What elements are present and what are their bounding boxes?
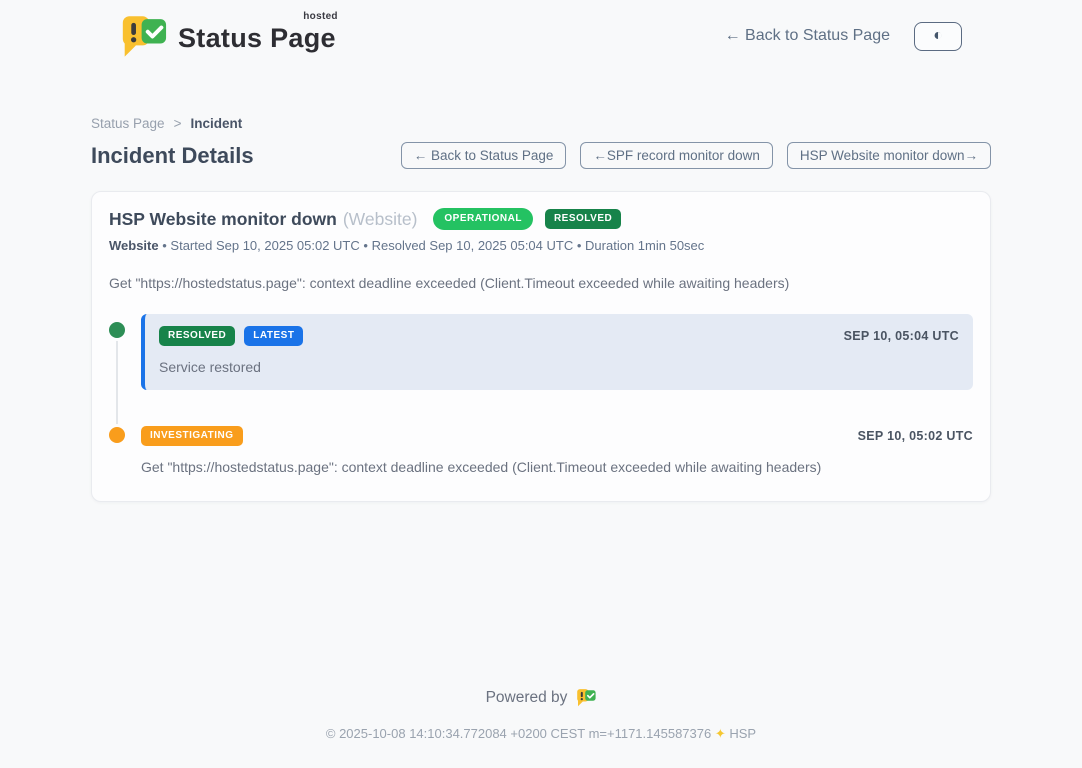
header: Status Page hosted ← Back to Status Page…	[120, 0, 962, 58]
powered-by-label: Powered by	[486, 689, 568, 707]
breadcrumb-current: Incident	[190, 116, 242, 131]
timeline-latest-box: RESOLVED LATEST SEP 10, 05:04 UTC Servic…	[141, 314, 973, 390]
incident-card: HSP Website monitor down (Website) OPERA…	[91, 191, 991, 502]
breadcrumb-separator: >	[174, 116, 182, 131]
next-incident-button[interactable]: HSP Website monitor down→	[787, 142, 991, 169]
footer-brand: HSP	[729, 726, 756, 741]
timeline-message: Get "https://hostedstatus.page": context…	[141, 459, 973, 475]
half-circle-icon: ◐	[933, 28, 943, 44]
back-to-status-page-button[interactable]: ← Back to Status Page	[401, 142, 567, 169]
timeline-timestamp: SEP 10, 05:02 UTC	[858, 429, 973, 443]
sparkles-icon: ✦	[715, 726, 726, 741]
meta-duration: Duration 1min 50sec	[585, 238, 704, 253]
powered-by[interactable]: Powered by	[486, 688, 597, 707]
incident-description: Get "https://hostedstatus.page": context…	[109, 275, 973, 291]
footer-logo-icon	[576, 688, 596, 707]
theme-toggle-button[interactable]: ◐	[914, 22, 962, 51]
logo-title: Status Page hosted	[178, 14, 336, 54]
page-title: Incident Details	[91, 143, 254, 169]
timeline-item-investigating: INVESTIGATING SEP 10, 05:02 UTC Get "htt…	[109, 426, 973, 475]
logo-bubble-icon	[120, 14, 167, 58]
header-actions: ← Back to Status Page ◐	[725, 22, 962, 51]
resolved-status-badge: RESOLVED	[159, 326, 235, 346]
prev-incident-button[interactable]: ←SPF record monitor down	[580, 142, 773, 169]
timeline-dot-orange	[109, 427, 125, 443]
meta-separator: •	[577, 238, 582, 253]
logo-superscript: hosted	[303, 11, 338, 22]
resolved-badge: RESOLVED	[545, 209, 621, 229]
meta-separator: •	[162, 238, 167, 253]
incident-component: (Website)	[343, 209, 418, 230]
breadcrumb-root[interactable]: Status Page	[91, 116, 165, 131]
incident-timeline: RESOLVED LATEST SEP 10, 05:04 UTC Servic…	[109, 314, 973, 475]
incident-title: HSP Website monitor down	[109, 209, 337, 230]
meta-resolved: Resolved Sep 10, 2025 05:04 UTC	[372, 238, 574, 253]
meta-component: Website	[109, 238, 159, 253]
main-content: Status Page > Incident Incident Details …	[91, 116, 991, 502]
header-back-link[interactable]: ← Back to Status Page	[725, 27, 890, 45]
timeline-message: Service restored	[159, 359, 959, 375]
meta-started: Started Sep 10, 2025 05:02 UTC	[170, 238, 359, 253]
status-page-logo[interactable]: Status Page hosted	[120, 14, 336, 58]
incident-nav-buttons: ← Back to Status Page ←SPF record monito…	[401, 142, 991, 169]
incident-meta: Website • Started Sep 10, 2025 05:02 UTC…	[109, 238, 973, 253]
copyright-text: © 2025-10-08 14:10:34.772084 +0200 CEST …	[326, 726, 711, 741]
investigating-status-badge: INVESTIGATING	[141, 426, 243, 446]
footer: Powered by © 2025-10-08 14:10:34.772084 …	[0, 688, 1082, 768]
timeline-item-resolved: RESOLVED LATEST SEP 10, 05:04 UTC Servic…	[109, 314, 973, 390]
operational-badge: OPERATIONAL	[433, 208, 533, 230]
meta-separator: •	[363, 238, 368, 253]
breadcrumb: Status Page > Incident	[91, 116, 991, 131]
timeline-dot-green	[109, 322, 125, 338]
copyright-line: © 2025-10-08 14:10:34.772084 +0200 CEST …	[0, 726, 1082, 742]
latest-badge: LATEST	[244, 326, 303, 346]
timeline-timestamp: SEP 10, 05:04 UTC	[844, 329, 959, 343]
